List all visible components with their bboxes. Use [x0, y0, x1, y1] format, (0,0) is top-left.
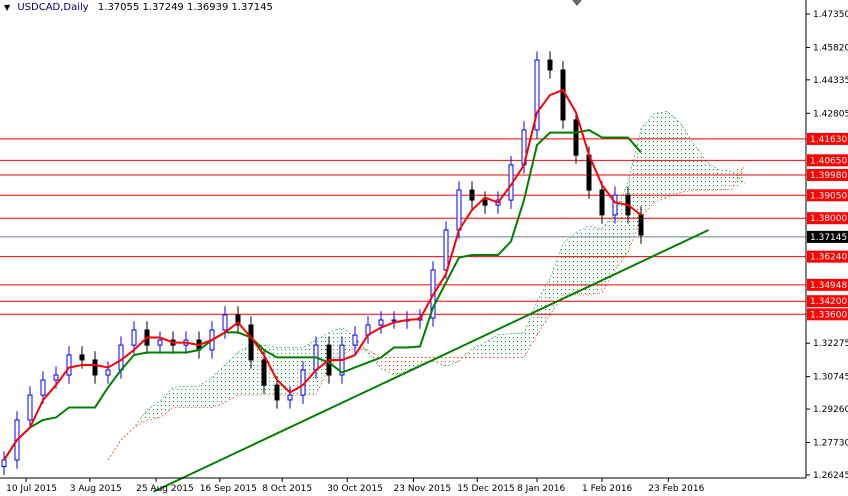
- level-price-label: 1.34200: [810, 297, 847, 307]
- price-axis-bg: [806, 0, 848, 496]
- x-tick-label: 30 Oct 2015: [327, 484, 383, 494]
- candle-body: [443, 229, 449, 271]
- candle-body: [131, 329, 137, 346]
- y-tick-label: 1.30745: [813, 373, 848, 383]
- cloud-segment: [641, 113, 654, 218]
- candle-body: [53, 374, 59, 381]
- candle-body: [40, 379, 46, 396]
- level-price-label: 1.33600: [810, 310, 847, 320]
- y-tick-label: 1.29260: [813, 405, 848, 415]
- level-price-label: 1.36240: [810, 253, 847, 263]
- level-price-label: 1.39980: [810, 171, 847, 181]
- y-tick-label: 1.32275: [813, 339, 848, 349]
- cloud-segment: [680, 122, 693, 193]
- cloud-segment: [173, 386, 186, 408]
- candle-body: [547, 59, 553, 71]
- x-tick-label: 8 Oct 2015: [262, 484, 312, 494]
- candle-body: [378, 319, 384, 326]
- cloud-segment: [498, 333, 511, 358]
- candle-body: [27, 394, 33, 421]
- x-tick-label: 1 Feb 2016: [582, 484, 633, 494]
- x-tick-label: 23 Nov 2015: [394, 484, 452, 494]
- candle-body: [274, 384, 280, 401]
- chart-window: 1.47350 1.45820 1.44335 1.42805 1.32275 1.307…: [0, 0, 848, 496]
- candle-body: [456, 189, 462, 231]
- candle-body: [79, 354, 85, 361]
- price-chart[interactable]: 1.47350 1.45820 1.44335 1.42805 1.32275 1.307…: [0, 0, 848, 496]
- x-tick-label: 8 Jan 2016: [517, 484, 565, 494]
- candle-body: [599, 189, 605, 216]
- cloud-segment: [511, 332, 524, 358]
- x-tick-label: 16 Sep 2015: [200, 484, 257, 494]
- level-price-label: 1.34948: [810, 281, 847, 291]
- y-tick-label: 1.45820: [813, 43, 848, 53]
- ohlc-values: 1.37055 1.37249 1.36939 1.37145: [97, 2, 273, 13]
- cloud-segment: [381, 357, 394, 375]
- chart-header: ▼ USDCAD,Daily 1.37055 1.37249 1.36939 1…: [4, 2, 273, 13]
- level-price-label: 1.40650: [810, 156, 847, 166]
- candle-body: [105, 369, 111, 376]
- senkou-b-line: [107, 164, 746, 461]
- candle-body: [248, 324, 254, 361]
- current-price-label: 1.37145: [810, 233, 847, 243]
- candle-body: [287, 394, 293, 401]
- cloud-segment: [485, 334, 498, 358]
- candle-body: [612, 194, 618, 216]
- candle-body: [261, 359, 267, 386]
- candle-body: [118, 344, 124, 371]
- cloud-segment: [160, 387, 173, 418]
- y-tick-label: 1.44335: [813, 76, 848, 86]
- x-tick-label: 3 Aug 2015: [70, 484, 122, 494]
- y-tick-label: 1.27730: [813, 439, 848, 449]
- level-price-label: 1.39050: [810, 191, 847, 201]
- x-tick-label: 10 Jul 2015: [6, 484, 57, 494]
- cloud-segment: [186, 386, 199, 408]
- cloud-segment: [719, 169, 732, 191]
- tenkan-sen-line: [3, 88, 642, 461]
- candle-body: [1, 459, 7, 468]
- candle-body: [66, 354, 72, 376]
- y-tick-label: 1.42805: [813, 109, 848, 119]
- candle-body: [92, 359, 98, 376]
- cloud-segment: [147, 401, 160, 421]
- candle-body: [157, 339, 163, 346]
- candle-body: [352, 334, 358, 346]
- cloud-segment: [693, 142, 706, 191]
- level-price-label: 1.41630: [810, 135, 847, 145]
- cloud-segment: [524, 301, 537, 358]
- candle-body: [222, 314, 228, 331]
- cloud-segment: [225, 352, 238, 403]
- shift-marker-icon: [572, 0, 582, 6]
- y-tick-label: 1.47350: [813, 10, 848, 20]
- cloud-segment: [446, 357, 459, 367]
- symbol-label: USDCAD,Daily: [17, 2, 89, 13]
- candle-body: [391, 319, 397, 322]
- x-tick-label: 15 Dec 2015: [457, 484, 515, 494]
- level-price-label: 1.38000: [810, 214, 847, 224]
- x-tick-label: 23 Feb 2016: [648, 484, 704, 494]
- y-tick-label: 1.26245: [813, 471, 848, 481]
- cloud-segment: [654, 111, 667, 203]
- candle-body: [482, 199, 488, 206]
- dropdown-triangle-icon[interactable]: ▼: [4, 3, 10, 12]
- cloud-segment: [667, 111, 680, 198]
- cloud-segment: [472, 342, 485, 358]
- candle-body: [638, 214, 644, 236]
- candle-body: [573, 119, 579, 156]
- x-tick-label: 25 Aug 2015: [136, 484, 194, 494]
- candle-body: [469, 189, 475, 201]
- candle-body: [560, 69, 566, 121]
